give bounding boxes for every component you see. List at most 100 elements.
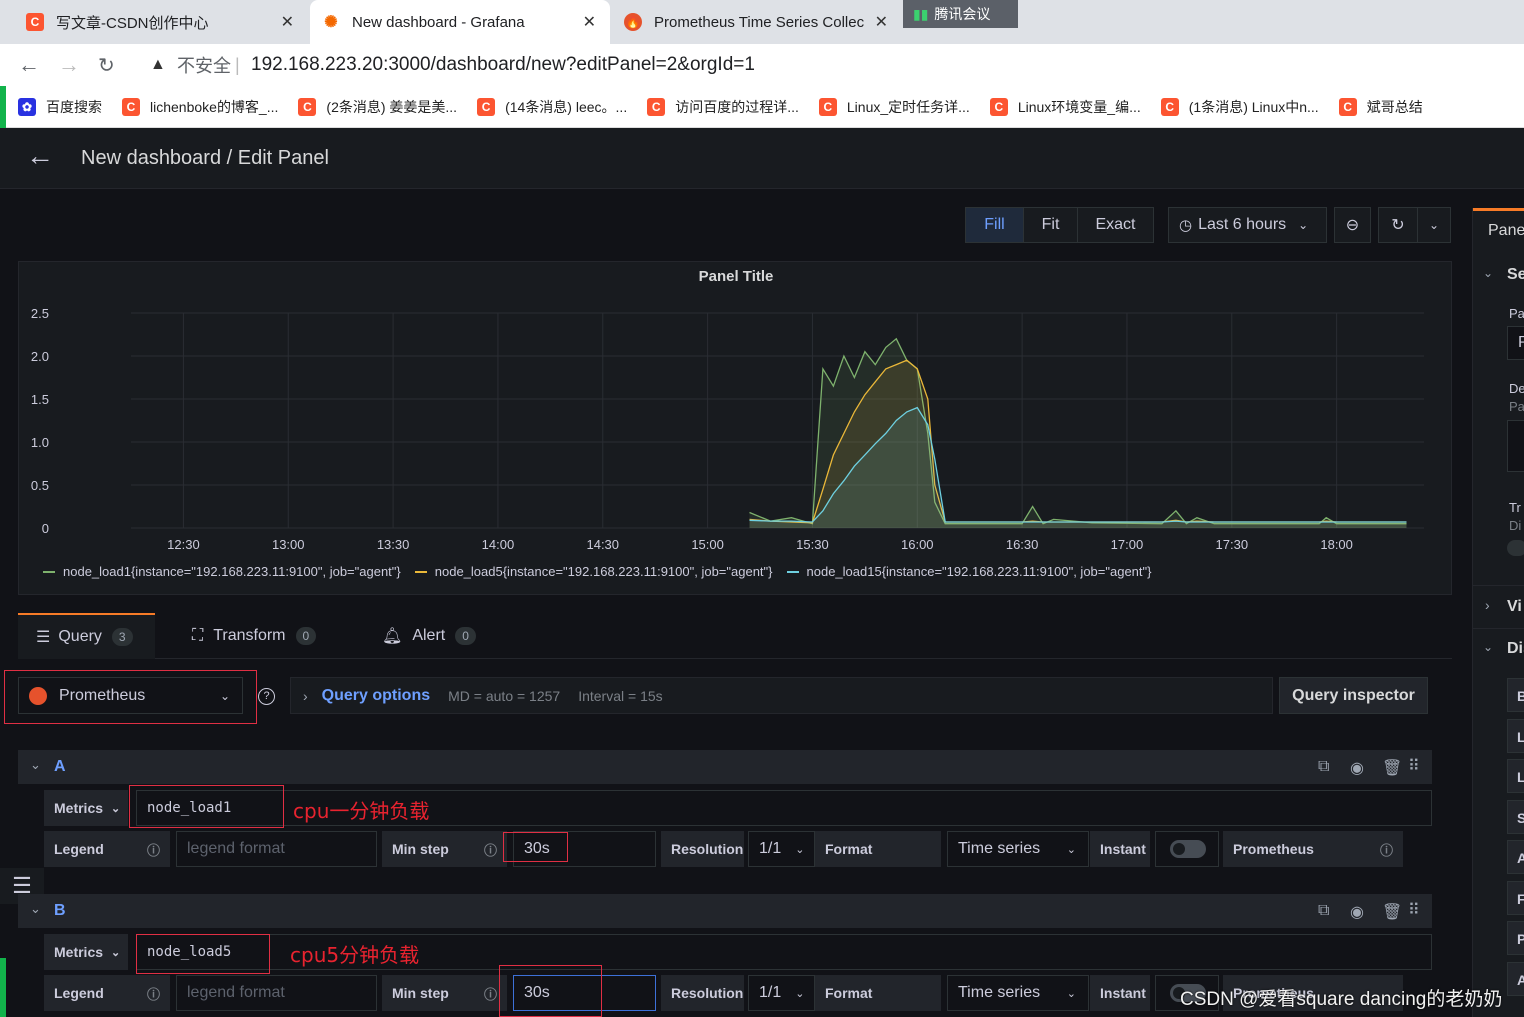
metrics-dropdown[interactable]: Metrics ⌄: [44, 790, 128, 826]
drag-handle-icon[interactable]: ⠿: [1408, 900, 1420, 920]
eye-icon[interactable]: ◉: [1350, 902, 1364, 922]
fit-button[interactable]: Fit: [1023, 207, 1078, 243]
bookmark-label: 斌哥总结: [1366, 98, 1423, 115]
instant-toggle[interactable]: [1170, 840, 1206, 858]
display-option-button[interactable]: A: [1507, 840, 1524, 874]
refresh-icon: ↻: [1391, 217, 1405, 234]
display-option-button[interactable]: F: [1507, 880, 1524, 915]
browser-tab-csdn[interactable]: C 写文章-CSDN创作中心 ✕: [14, 0, 308, 44]
legend-format-input[interactable]: legend format: [176, 831, 377, 867]
legend-item-load5[interactable]: node_load5{instance="192.168.223.11:9100…: [414, 564, 773, 579]
help-icon[interactable]: ?: [258, 688, 275, 705]
duplicate-icon[interactable]: ⧉: [1318, 902, 1329, 920]
description-input[interactable]: [1507, 420, 1524, 472]
bookmark-item[interactable]: C Linux环境变量_编...: [989, 97, 1141, 117]
back-arrow-icon[interactable]: ←: [26, 140, 54, 172]
fill-button[interactable]: Fill: [965, 207, 1024, 243]
annotation-box: [503, 832, 568, 862]
chevron-down-icon: ⌄: [795, 987, 805, 1000]
info-icon[interactable]: ⓘ: [484, 984, 497, 1003]
trash-icon[interactable]: 🗑︎: [1382, 758, 1402, 778]
bookmark-item[interactable]: C Linux_定时任务详...: [818, 97, 970, 117]
settings-section[interactable]: Se: [1507, 266, 1524, 284]
time-range-picker[interactable]: ◷ Last 6 hours ⌄: [1168, 207, 1327, 243]
legend-item-load1[interactable]: node_load1{instance="192.168.223.11:9100…: [43, 564, 401, 579]
chevron-down-icon[interactable]: ⌄: [30, 757, 41, 773]
display-option-button[interactable]: S: [1507, 799, 1524, 834]
bookmark-item[interactable]: C (14条消息) leec。...: [477, 97, 627, 117]
query-row-header-b[interactable]: ⌄ B ⧉ ◉ 🗑︎ ⠿: [18, 894, 1432, 928]
resolution-label: Resolution: [661, 831, 744, 867]
chevron-down-icon[interactable]: ⌄: [30, 901, 41, 917]
tab-transform[interactable]: ⛶ Transform 0: [192, 613, 317, 659]
legend-field-label: Legend: [54, 841, 104, 857]
description-label: De: [1509, 381, 1524, 396]
x-tick-label: 13:00: [272, 537, 305, 552]
eye-icon[interactable]: ◉: [1350, 758, 1364, 778]
title-input[interactable]: P: [1507, 326, 1524, 360]
trash-icon[interactable]: 🗑︎: [1382, 902, 1402, 922]
display-option-button[interactable]: L: [1507, 759, 1524, 793]
back-icon[interactable]: ←: [18, 52, 40, 78]
display-section[interactable]: Dis: [1507, 640, 1524, 658]
display-option-button[interactable]: P: [1507, 921, 1524, 955]
legend-format-input[interactable]: legend format: [176, 975, 377, 1011]
display-option-button[interactable]: B: [1507, 678, 1524, 712]
display-option-button[interactable]: L: [1507, 718, 1524, 753]
format-select[interactable]: Time series ⌄: [947, 831, 1089, 867]
chevron-right-icon[interactable]: ›: [1485, 597, 1490, 613]
info-icon[interactable]: ⓘ: [147, 984, 160, 1003]
resolution-select[interactable]: 1/1 ⌄: [748, 975, 815, 1011]
legend-item-load15[interactable]: node_load15{instance="192.168.223.11:910…: [786, 564, 1151, 579]
info-icon[interactable]: ⓘ: [147, 840, 160, 859]
min-step-label: Min step: [392, 841, 449, 857]
bookmark-baidu[interactable]: ✿ 百度搜索: [18, 97, 102, 117]
bookmark-item[interactable]: C 斌哥总结: [1338, 97, 1423, 117]
reload-icon[interactable]: ↻: [98, 53, 115, 78]
query-row-header-a[interactable]: ⌄ A ⧉ ◉ 🗑︎ ⠿: [18, 750, 1432, 784]
legend-field-label: Legend: [54, 985, 104, 1001]
tab-title: 写文章-CSDN创作中心: [56, 14, 209, 32]
chevron-down-icon: ⌄: [1066, 843, 1076, 856]
query-options-bar[interactable]: › Query options MD = auto = 1257 Interva…: [290, 677, 1273, 714]
info-icon[interactable]: ⓘ: [484, 840, 497, 859]
format-select[interactable]: Time series ⌄: [947, 975, 1089, 1011]
bookmark-item[interactable]: C (1条消息) Linux中n...: [1160, 97, 1319, 117]
close-icon[interactable]: ✕: [583, 12, 596, 32]
forward-icon[interactable]: →: [58, 52, 80, 78]
duplicate-icon[interactable]: ⧉: [1318, 758, 1329, 776]
refresh-interval-dropdown[interactable]: ⌄: [1417, 207, 1451, 243]
query-inspector-button[interactable]: Query inspector: [1279, 677, 1428, 714]
chevron-down-icon[interactable]: ⌄: [1483, 266, 1493, 280]
bookmark-item[interactable]: Clichenboke的博客_...: [122, 97, 278, 117]
transparent-toggle[interactable]: [1507, 540, 1524, 556]
baidu-icon: ✿: [18, 97, 36, 116]
tencent-meeting-overlay[interactable]: ▮▮ 腾讯会议: [903, 0, 1018, 28]
bookmark-item[interactable]: C 访问百度的过程详...: [647, 97, 799, 117]
resolution-select[interactable]: 1/1 ⌄: [748, 831, 815, 867]
chevron-down-icon[interactable]: ⌄: [1483, 640, 1493, 654]
browser-tab-grafana[interactable]: ✺ New dashboard - Grafana ✕: [310, 0, 610, 44]
legend-label-cell: Legend ⓘ: [44, 975, 170, 1011]
close-icon[interactable]: ✕: [281, 12, 294, 32]
tab-alert[interactable]: 🔔︎ Alert 0: [382, 613, 476, 659]
bookmark-label: 百度搜索: [46, 98, 102, 115]
warning-icon[interactable]: ▲: [150, 56, 166, 74]
exact-button[interactable]: Exact: [1077, 207, 1154, 243]
time-series-chart[interactable]: 2.5 2.0 1.5 1.0 0.5 0 12:30 13:00 13:30 14:00 14:3…: [19, 292, 1453, 562]
display-option-button[interactable]: A: [1507, 961, 1524, 996]
metrics-dropdown[interactable]: Metrics ⌄: [44, 934, 128, 970]
tab-query[interactable]: ☰ Query 3: [18, 613, 155, 659]
visualization-section[interactable]: Vi: [1507, 598, 1522, 616]
options-tab-panel[interactable]: Pane: [1488, 222, 1524, 240]
refresh-button[interactable]: ↻: [1378, 207, 1418, 243]
info-icon[interactable]: ⓘ: [1380, 840, 1393, 859]
browser-tab-prometheus[interactable]: 🔥 Prometheus Time Series Collec ✕: [612, 0, 902, 44]
close-icon[interactable]: ✕: [875, 12, 888, 32]
url-field[interactable]: 192.168.223.20:3000/dashboard/new?editPa…: [251, 54, 755, 76]
query-options-label: Query options: [321, 686, 431, 704]
zoom-out-button[interactable]: ⊖: [1334, 207, 1371, 243]
instant-toggle-cell: [1155, 831, 1219, 867]
bookmark-item[interactable]: C (2条消息) 姜姜是美...: [298, 97, 457, 117]
drag-handle-icon[interactable]: ⠿: [1408, 756, 1420, 776]
